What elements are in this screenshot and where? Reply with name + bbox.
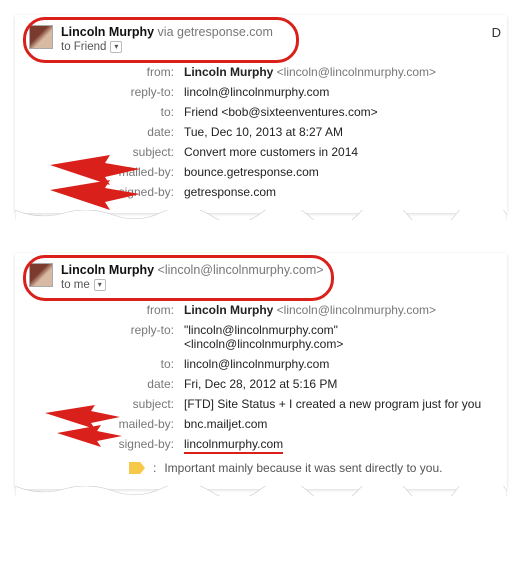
signed-label: signed-by: <box>89 437 174 451</box>
reply-value: lincoln@lincolnmurphy.com <box>184 85 493 99</box>
date-label: date: <box>89 125 174 139</box>
email-header: Lincoln Murphy <lincoln@lincolnmurphy.co… <box>29 263 493 291</box>
to-text: to Friend <box>61 41 106 53</box>
details-dropdown-trigger[interactable]: ▾ <box>94 279 106 291</box>
subject-label: subject: <box>89 397 174 411</box>
date-value: Fri, Dec 28, 2012 at 5:16 PM <box>184 377 493 391</box>
mailed-label: mailed-by: <box>89 165 174 179</box>
avatar <box>29 25 53 49</box>
reply-value: "lincoln@lincolnmurphy.com" <lincoln@lin… <box>184 323 493 351</box>
signed-value: lincolnmurphy.com <box>184 437 493 451</box>
details-dropdown-trigger[interactable]: ▾ <box>110 41 122 53</box>
side-letter: D <box>492 25 501 40</box>
email-details: from: Lincoln Murphy <lincoln@lincolnmur… <box>89 303 493 475</box>
to-text: to me <box>61 279 90 291</box>
to-label: to: <box>89 357 174 371</box>
sender-name: Lincoln Murphy <box>61 263 154 277</box>
recipient-line: to me ▾ <box>61 279 324 291</box>
from-name: Lincoln Murphy <box>184 65 273 79</box>
mailed-value: bounce.getresponse.com <box>184 165 493 179</box>
to-label: to: <box>89 105 174 119</box>
torn-edge <box>15 486 507 496</box>
sender-line: Lincoln Murphy via getresponse.com <box>61 25 273 39</box>
to-value: lincoln@lincolnmurphy.com <box>184 357 493 371</box>
email-header: Lincoln Murphy via getresponse.com to Fr… <box>29 25 493 53</box>
signed-value: getresponse.com <box>184 185 493 199</box>
sender-line: Lincoln Murphy <lincoln@lincolnmurphy.co… <box>61 263 324 277</box>
subject-value: Convert more customers in 2014 <box>184 145 493 159</box>
from-value: Lincoln Murphy <lincoln@lincolnmurphy.co… <box>184 303 493 317</box>
email-card-1: D Lincoln Murphy via getresponse.com to … <box>15 15 507 213</box>
via-label: via <box>158 25 174 39</box>
sender-name: Lincoln Murphy <box>61 25 154 39</box>
mailed-label: mailed-by: <box>89 417 174 431</box>
to-value: Friend <bob@sixteenventures.com> <box>184 105 493 119</box>
from-label: from: <box>89 65 174 79</box>
email-details: from: Lincoln Murphy <lincoln@lincolnmur… <box>89 65 493 199</box>
via-domain: getresponse.com <box>177 25 273 39</box>
signed-value-text: lincolnmurphy.com <box>184 437 283 454</box>
mailed-value: bnc.mailjet.com <box>184 417 493 431</box>
from-label: from: <box>89 303 174 317</box>
signed-label: signed-by: <box>89 185 174 199</box>
reply-label: reply-to: <box>89 85 174 99</box>
from-value: Lincoln Murphy <lincoln@lincolnmurphy.co… <box>184 65 493 79</box>
torn-edge <box>15 210 507 220</box>
from-email: <lincoln@lincolnmurphy.com> <box>277 65 436 79</box>
sender-email: <lincoln@lincolnmurphy.com> <box>158 263 324 277</box>
avatar <box>29 263 53 287</box>
email-card-2: Lincoln Murphy <lincoln@lincolnmurphy.co… <box>15 253 507 489</box>
subject-value: [FTD] Site Status + I created a new prog… <box>184 397 493 411</box>
from-email: <lincoln@lincolnmurphy.com> <box>277 303 436 317</box>
reply-label: reply-to: <box>89 323 174 351</box>
date-value: Tue, Dec 10, 2013 at 8:27 AM <box>184 125 493 139</box>
date-label: date: <box>89 377 174 391</box>
from-name: Lincoln Murphy <box>184 303 273 317</box>
importance-marker-icon <box>129 462 145 474</box>
important-text: Important mainly because it was sent dir… <box>164 461 442 475</box>
important-row: : Important mainly because it was sent d… <box>129 461 493 475</box>
recipient-line: to Friend ▾ <box>61 41 273 53</box>
subject-label: subject: <box>89 145 174 159</box>
